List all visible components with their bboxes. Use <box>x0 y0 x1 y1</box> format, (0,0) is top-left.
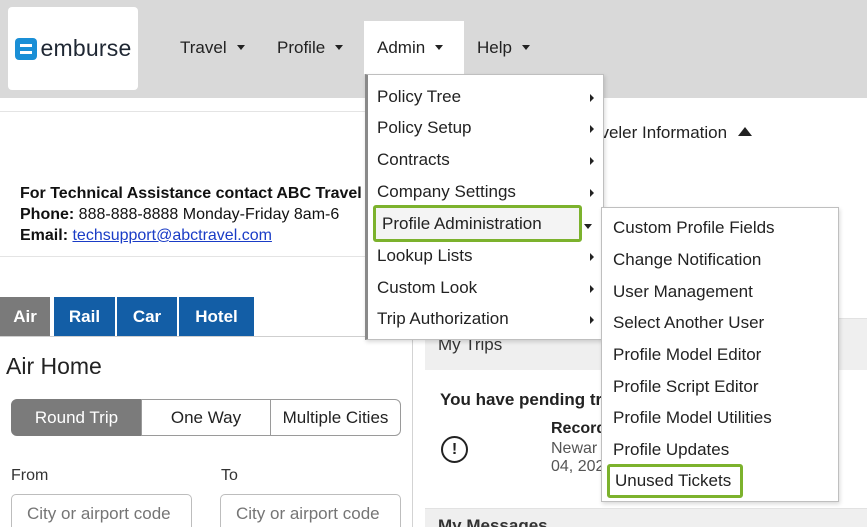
menu-item-label: Trip Authorization <box>377 309 509 328</box>
support-phone: Phone: 888-888-8888 Monday-Friday 8am-6 <box>20 204 362 225</box>
alert-icon: ! <box>441 436 468 463</box>
menu-item-trip-authorization[interactable]: Trip Authorization <box>368 303 604 335</box>
menu-item-label: Contracts <box>377 150 450 169</box>
chevron-right-icon <box>590 94 594 102</box>
my-messages-title: My Messages <box>438 516 548 527</box>
to-label: To <box>221 467 238 484</box>
menu-item-company-settings[interactable]: Company Settings <box>368 176 604 208</box>
email-label: Email: <box>20 227 69 244</box>
chevron-right-icon <box>590 157 594 165</box>
menu-item-profile-administration[interactable]: Profile Administration <box>373 205 582 242</box>
tab-hotel[interactable]: Hotel <box>179 297 254 336</box>
one-way-button[interactable]: One Way <box>141 399 271 436</box>
submenu-item-custom-profile-fields[interactable]: Custom Profile Fields <box>613 212 775 243</box>
admin-dropdown-menu: Policy Tree Policy Setup Contracts Compa… <box>365 74 604 340</box>
chevron-down-icon <box>335 45 344 50</box>
submenu-item-profile-model-editor[interactable]: Profile Model Editor <box>613 339 761 370</box>
emburse-logo-icon <box>14 37 37 60</box>
submenu-item-select-another-user[interactable]: Select Another User <box>613 307 764 338</box>
support-heading: For Technical Assistance contact ABC Tra… <box>20 185 362 202</box>
chevron-right-icon <box>590 316 594 324</box>
nav-admin-label: Admin <box>377 37 426 57</box>
tab-rail[interactable]: Rail <box>54 297 115 336</box>
support-email: Email: techsupport@abctravel.com <box>20 225 362 246</box>
phone-value: 888-888-8888 Monday-Friday 8am-6 <box>78 206 340 223</box>
nav-travel-label: Travel <box>180 37 227 57</box>
nav-help-label: Help <box>477 37 512 57</box>
traveler-information-toggle[interactable]: aveler Information <box>591 123 752 143</box>
menu-item-lookup-lists[interactable]: Lookup Lists <box>368 240 604 272</box>
brand-name: emburse <box>40 35 132 61</box>
support-info: For Technical Assistance contact ABC Tra… <box>20 183 362 246</box>
submenu-item-unused-tickets[interactable]: Unused Tickets <box>607 464 743 498</box>
submenu-item-profile-script-editor[interactable]: Profile Script Editor <box>613 371 759 402</box>
chevron-up-icon <box>737 127 752 136</box>
nav-help[interactable]: Help <box>477 21 530 74</box>
record-date: 04, 202 <box>551 458 605 475</box>
column-divider <box>412 318 413 527</box>
menu-item-label: Policy Setup <box>377 118 472 137</box>
nav-profile[interactable]: Profile <box>277 21 344 74</box>
nav-travel[interactable]: Travel <box>180 21 245 74</box>
chevron-right-icon <box>590 285 594 293</box>
record-location: Newar <box>551 440 598 457</box>
chevron-down-icon <box>584 224 592 229</box>
chevron-down-icon <box>236 45 245 50</box>
profile-administration-submenu: Custom Profile Fields Change Notificatio… <box>601 207 839 502</box>
menu-item-label: Policy Tree <box>377 87 462 106</box>
menu-item-policy-tree[interactable]: Policy Tree <box>368 81 604 113</box>
tab-car[interactable]: Car <box>117 297 177 336</box>
air-home-title: Air Home <box>6 353 102 379</box>
phone-label: Phone: <box>20 206 75 223</box>
menu-item-policy-setup[interactable]: Policy Setup <box>368 112 604 144</box>
multiple-cities-button[interactable]: Multiple Cities <box>270 399 401 436</box>
pending-trips-text: You have pending tri <box>440 390 607 409</box>
chevron-right-icon <box>590 253 594 261</box>
tab-air[interactable]: Air <box>0 297 50 336</box>
traveler-information-label: aveler Information <box>591 123 728 142</box>
submenu-item-profile-updates[interactable]: Profile Updates <box>613 434 729 465</box>
tab-underline <box>0 336 412 337</box>
chevron-right-icon <box>590 189 594 197</box>
from-label: From <box>11 467 49 484</box>
submenu-item-change-notification[interactable]: Change Notification <box>613 244 761 275</box>
menu-item-contracts[interactable]: Contracts <box>368 144 604 176</box>
menu-item-label: Company Settings <box>377 182 516 201</box>
chevron-down-icon <box>435 45 444 50</box>
chevron-right-icon <box>590 125 594 133</box>
record-label: Record <box>551 420 607 437</box>
emburse-logo[interactable]: emburse <box>8 7 138 90</box>
to-input[interactable] <box>220 494 401 527</box>
menu-item-label: Lookup Lists <box>377 246 473 265</box>
menu-item-custom-look[interactable]: Custom Look <box>368 272 604 304</box>
nav-admin[interactable]: Admin <box>364 21 464 74</box>
round-trip-button[interactable]: Round Trip <box>11 399 142 436</box>
menu-item-label: Profile Administration <box>382 213 542 233</box>
chevron-down-icon <box>521 45 530 50</box>
nav-profile-label: Profile <box>277 37 326 57</box>
from-input[interactable] <box>11 494 192 527</box>
menu-item-label: Custom Look <box>377 278 478 297</box>
email-link[interactable]: techsupport@abctravel.com <box>72 227 271 244</box>
submenu-item-profile-model-utilities[interactable]: Profile Model Utilities <box>613 402 772 433</box>
submenu-item-user-management[interactable]: User Management <box>613 276 753 307</box>
